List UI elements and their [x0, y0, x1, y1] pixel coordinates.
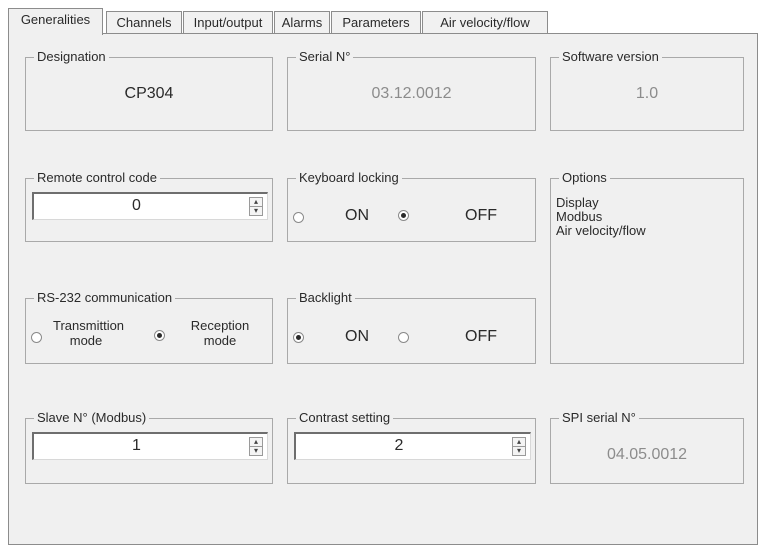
backlight-group: Backlight ON OFF: [287, 290, 536, 364]
spin-buttons: ▴ ▾: [512, 437, 526, 456]
transmission-mode-label-line: mode: [69, 333, 103, 348]
radio-selected-dot: [401, 213, 406, 218]
tab-generalities[interactable]: Generalities: [8, 8, 103, 35]
spi-serial-number-value: 04.05.0012: [606, 446, 688, 463]
rs232-communication-group: RS-232 communication Transmittion mode R…: [25, 290, 273, 364]
serial-number-label: Serial N°: [296, 49, 354, 65]
transmission-mode-label: Transmittion mode: [53, 318, 125, 348]
serial-number-group: Serial N° 03.12.0012: [287, 49, 536, 131]
backlight-label: Backlight: [296, 290, 355, 306]
tab-label: Generalities: [20, 12, 91, 27]
transmission-mode-label-line: Transmittion: [53, 318, 125, 333]
spi-serial-number-group: SPI serial N° 04.05.0012: [550, 410, 744, 484]
contrast-setting-value: 2: [394, 437, 404, 454]
keyboard-off-radio[interactable]: [398, 210, 409, 221]
tab-label: Channels: [116, 15, 172, 30]
option-item: Display: [556, 195, 599, 210]
backlight-on-radio[interactable]: [293, 332, 304, 343]
tab-label: Alarms: [281, 15, 323, 30]
keyboard-on-label: ON: [345, 207, 369, 224]
software-version-label: Software version: [559, 49, 662, 65]
tab-air-velocity-flow[interactable]: Air velocity/flow: [422, 11, 548, 33]
keyboard-locking-group: Keyboard locking ON OFF: [287, 170, 536, 242]
remote-control-code-stepper[interactable]: 0 ▴ ▾: [32, 192, 268, 220]
tab-label: Air velocity/flow: [440, 15, 530, 30]
remote-control-code-group: Remote control code 0 ▴ ▾: [25, 170, 273, 242]
options-group: Options Display Modbus Air velocity/flow: [550, 170, 744, 364]
tab-label: Parameters: [342, 15, 410, 30]
tab-parameters[interactable]: Parameters: [331, 11, 421, 33]
reception-mode-radio[interactable]: [154, 330, 165, 341]
designation-group: Designation CP304: [25, 49, 273, 131]
backlight-off-radio[interactable]: [398, 332, 409, 343]
rs232-communication-label: RS-232 communication: [34, 290, 176, 306]
tab-channels[interactable]: Channels: [106, 11, 182, 33]
tab-input-output[interactable]: Input/output: [183, 11, 273, 33]
slave-number-label: Slave N° (Modbus): [34, 410, 150, 426]
reception-mode-label-line: mode: [203, 333, 237, 348]
keyboard-on-radio[interactable]: [293, 212, 304, 223]
options-label: Options: [559, 170, 610, 186]
backlight-off-label: OFF: [465, 328, 497, 345]
option-item: Modbus: [556, 209, 603, 224]
designation-value: CP304: [124, 85, 174, 102]
slave-number-stepper[interactable]: 1 ▴ ▾: [32, 432, 268, 460]
reception-mode-label-line: Reception: [190, 318, 250, 333]
tab-strip: Generalities Channels Input/output Alarm…: [8, 8, 758, 35]
slave-number-group: Slave N° (Modbus) 1 ▴ ▾: [25, 410, 273, 484]
transmission-mode-radio[interactable]: [31, 332, 42, 343]
spin-buttons: ▴ ▾: [249, 197, 263, 216]
tab-label: Input/output: [193, 15, 263, 30]
remote-control-code-value: 0: [132, 197, 141, 214]
remote-control-code-label: Remote control code: [34, 170, 160, 186]
designation-label: Designation: [34, 49, 109, 65]
software-version-value: 1.0: [635, 85, 659, 102]
radio-selected-dot: [157, 333, 162, 338]
reception-mode-label: Reception mode: [184, 318, 256, 348]
backlight-on-label: ON: [345, 328, 369, 345]
generalities-panel: Designation CP304 Serial N° 03.12.0012 S…: [8, 33, 758, 545]
keyboard-locking-label: Keyboard locking: [296, 170, 402, 186]
contrast-setting-label: Contrast setting: [296, 410, 394, 426]
contrast-setting-group: Contrast setting 2 ▴ ▾: [287, 410, 536, 484]
slave-number-value: 1: [132, 437, 141, 454]
software-version-group: Software version 1.0: [550, 49, 744, 131]
spi-serial-number-label: SPI serial N°: [559, 410, 639, 426]
spin-down-icon[interactable]: ▾: [250, 447, 262, 455]
spin-buttons: ▴ ▾: [249, 437, 263, 456]
option-item: Air velocity/flow: [556, 223, 646, 238]
serial-number-value: 03.12.0012: [371, 85, 452, 102]
radio-selected-dot: [296, 335, 301, 340]
spin-down-icon[interactable]: ▾: [250, 207, 262, 215]
tab-alarms[interactable]: Alarms: [274, 11, 330, 33]
contrast-setting-stepper[interactable]: 2 ▴ ▾: [294, 432, 531, 460]
spin-down-icon[interactable]: ▾: [513, 447, 525, 455]
keyboard-off-label: OFF: [465, 207, 497, 224]
